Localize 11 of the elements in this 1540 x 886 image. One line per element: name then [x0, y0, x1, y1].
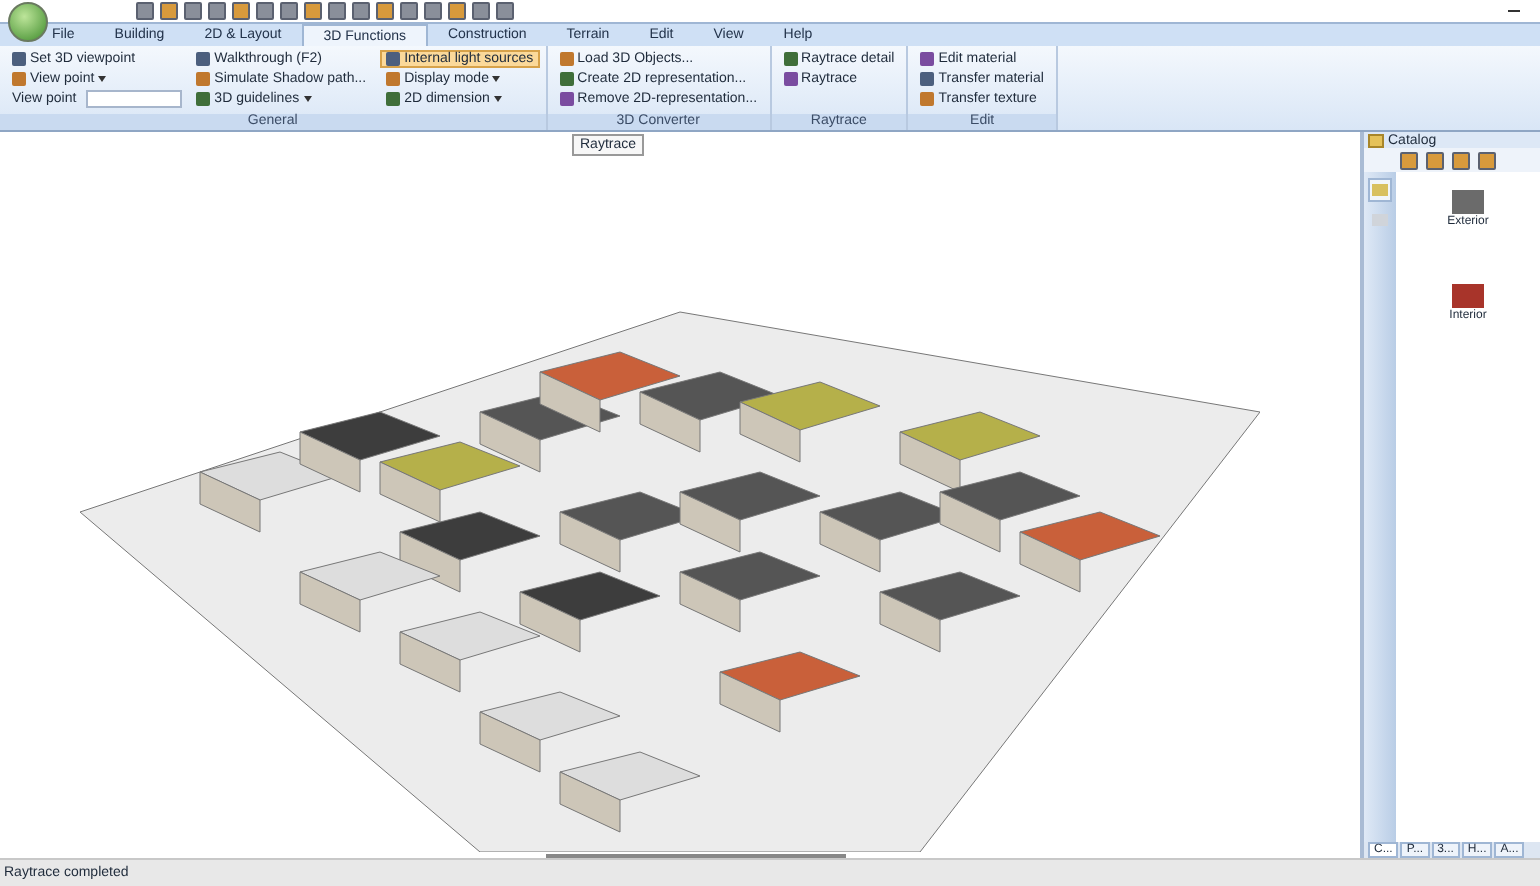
- scrollbar[interactable]: [546, 854, 846, 858]
- caret-icon: [303, 96, 312, 102]
- combo-field[interactable]: [86, 90, 183, 108]
- caret-icon: [98, 76, 107, 82]
- caret-icon: [492, 76, 501, 82]
- side-tab[interactable]: [1368, 178, 1392, 202]
- caret-icon: [493, 96, 502, 102]
- minimize-button[interactable]: [1508, 10, 1520, 12]
- folder-icon: [1368, 133, 1384, 147]
- side-tab[interactable]: [1368, 208, 1392, 232]
- app-menu-button[interactable]: [8, 2, 48, 42]
